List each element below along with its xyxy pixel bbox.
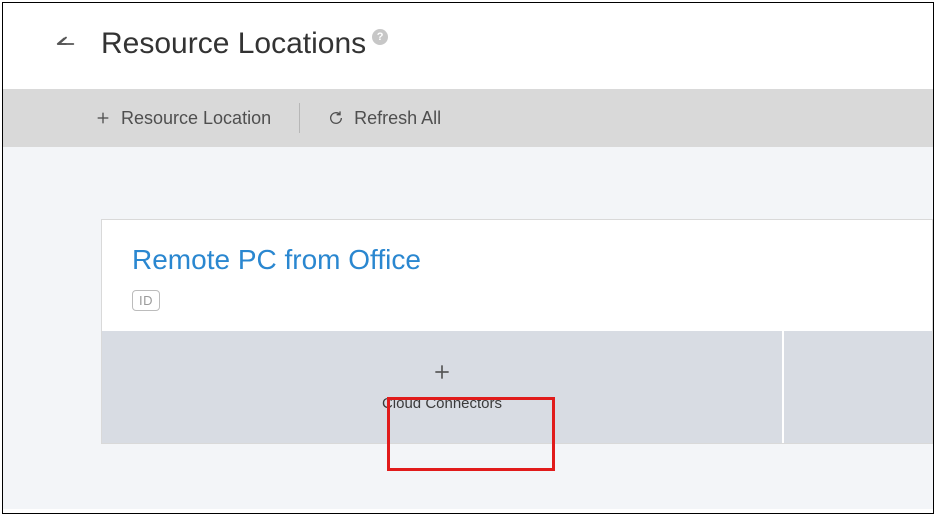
card-actions-row: Cloud Connectors: [102, 331, 932, 443]
resource-location-title[interactable]: Remote PC from Office: [132, 244, 902, 276]
toolbar-divider: [299, 103, 300, 133]
add-cloud-connectors-button[interactable]: Cloud Connectors: [102, 331, 782, 443]
resource-location-card: Remote PC from Office ID Cloud Connector…: [101, 219, 933, 444]
refresh-icon: [328, 110, 344, 126]
page-title: Resource Locations ?: [101, 27, 388, 61]
back-icon[interactable]: [55, 33, 77, 55]
page-title-text: Resource Locations: [101, 27, 366, 61]
page-header: Resource Locations ?: [3, 3, 933, 89]
refresh-all-button[interactable]: Refresh All: [328, 108, 441, 129]
add-resource-location-label: Resource Location: [121, 108, 271, 129]
action-divider: [782, 331, 784, 443]
add-resource-location-button[interactable]: Resource Location: [95, 108, 271, 129]
refresh-all-label: Refresh All: [354, 108, 441, 129]
toolbar: Resource Location Refresh All: [3, 89, 933, 147]
content-area: Remote PC from Office ID Cloud Connector…: [3, 147, 933, 509]
plus-icon: [95, 110, 111, 126]
app-frame: Resource Locations ? Resource Location R…: [2, 2, 934, 514]
id-badge[interactable]: ID: [132, 290, 160, 311]
plus-icon: [432, 362, 452, 387]
card-header: Remote PC from Office ID: [102, 220, 932, 331]
help-icon[interactable]: ?: [372, 29, 388, 45]
cloud-connectors-label: Cloud Connectors: [382, 395, 502, 412]
